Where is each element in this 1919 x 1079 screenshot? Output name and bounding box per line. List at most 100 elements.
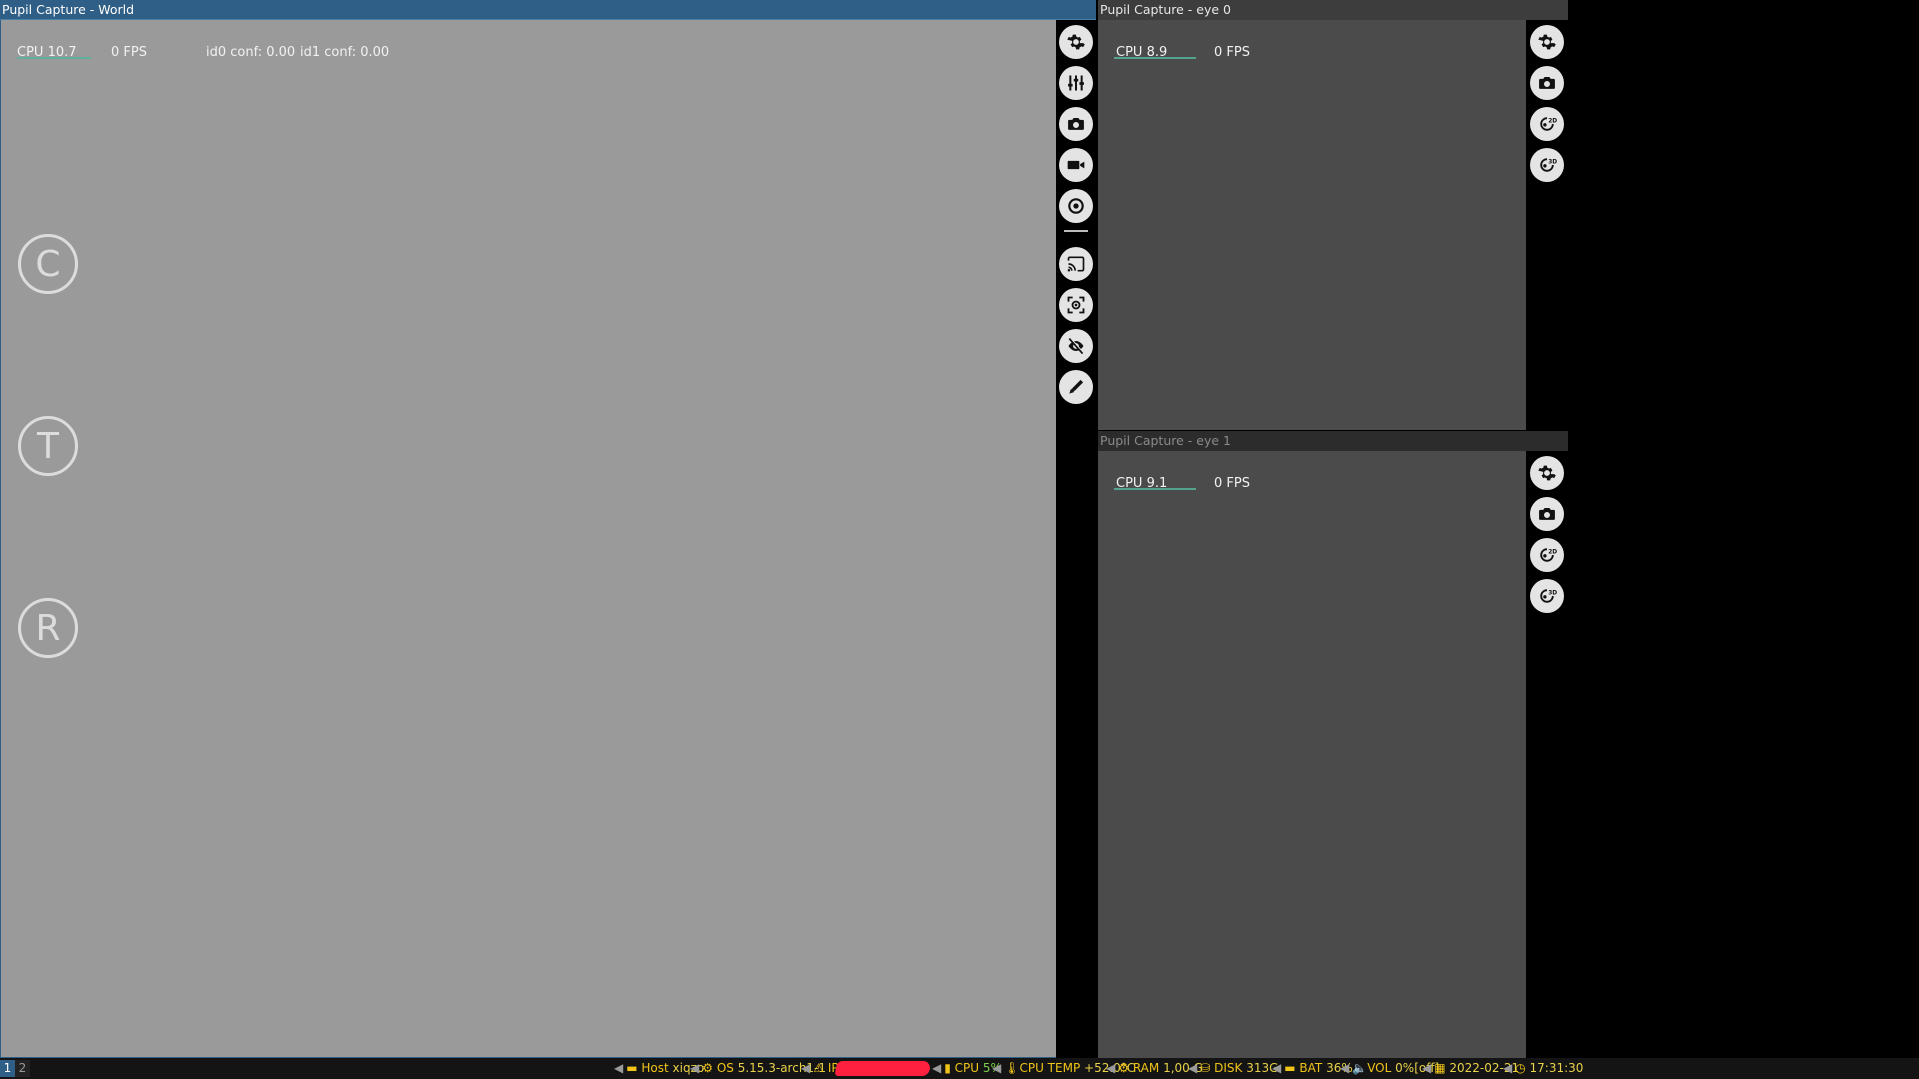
world-id1-conf: id1 conf: 0.00: [300, 45, 390, 60]
segment-arrow-icon: ◀: [1106, 1061, 1116, 1075]
workspace-1[interactable]: 1: [0, 1060, 15, 1077]
os-icon: ⚙: [702, 1061, 717, 1075]
eye1-icon-sidebar: 2D 3D: [1526, 451, 1568, 1058]
world-id0-conf: id0 conf: 0.00: [206, 45, 296, 60]
target-icon: [1068, 198, 1084, 214]
eye1-camera-button[interactable]: [1530, 497, 1564, 531]
segment-arrow-icon: ◀: [1422, 1061, 1432, 1075]
eye0-title-bar[interactable]: Pupil Capture - eye 0: [1098, 0, 1568, 20]
segment-arrow-icon: ◀: [1340, 1061, 1350, 1075]
ram-label: RAM: [1132, 1061, 1160, 1075]
disk-label: DISK: [1214, 1061, 1243, 1075]
svg-text:2D: 2D: [1548, 549, 1557, 555]
eye0-canvas[interactable]: [1098, 20, 1526, 430]
workspace-2-label: 2: [18, 1061, 27, 1075]
segment-arrow-icon: ◀: [932, 1061, 942, 1075]
detector-3d-icon: 3D: [1540, 589, 1557, 603]
camera-icon: [1539, 77, 1555, 89]
world-fps-label: 0 FPS: [111, 45, 147, 60]
svg-text:2D: 2D: [1548, 118, 1557, 124]
host-icon: ▬: [626, 1061, 642, 1075]
world-title: Pupil Capture - World: [2, 2, 135, 17]
test-letter: T: [37, 425, 59, 467]
eye-slash-icon: [1068, 337, 1085, 355]
world-canvas[interactable]: [0, 20, 1056, 1058]
camera-icon: [1068, 118, 1084, 130]
detector-2d-icon: 2D: [1540, 548, 1557, 562]
vol-label: VOL: [1367, 1061, 1392, 1075]
pen-icon: [1069, 379, 1084, 394]
pupil-detector-button[interactable]: [1059, 189, 1093, 223]
world-cpu-graph-line: [17, 57, 91, 59]
svg-text:3D: 3D: [1548, 590, 1557, 596]
world-title-bar[interactable]: Pupil Capture - World: [0, 0, 1096, 20]
gear-icon: [1067, 34, 1085, 50]
ip-redacted-mark: [834, 1061, 932, 1076]
memory-icon: ⚙: [1118, 1061, 1133, 1075]
status-bar: 1 2 ◀ ▬ Host xiqzo ◀ ⚙ OS 5.15.3-arch1-1 ◀…: [0, 1058, 1919, 1079]
speaker-icon: 🔈: [1352, 1061, 1368, 1075]
disk-icon: ⛁: [1200, 1061, 1215, 1075]
eye0-icon-sidebar: 2D 3D: [1526, 20, 1568, 430]
calibrate-letter: C: [35, 243, 61, 285]
world-settings-button[interactable]: [1059, 25, 1093, 59]
video-camera-icon: [1067, 160, 1085, 170]
eye1-title-bar[interactable]: Pupil Capture - eye 1: [1098, 431, 1568, 451]
eye0-detector-2d-button[interactable]: 2D: [1530, 107, 1564, 141]
segment-arrow-icon: ◀: [690, 1061, 700, 1075]
eye1-settings-button[interactable]: [1530, 456, 1564, 490]
network-api-button[interactable]: [1059, 247, 1093, 281]
calibrate-button[interactable]: C: [18, 234, 78, 294]
calendar-icon: ▦: [1434, 1061, 1450, 1075]
status-time: ◀ ◷ 17:31:30: [1503, 1058, 1583, 1079]
workspace-1-label: 1: [3, 1061, 12, 1075]
eye1-detector-2d-button[interactable]: 2D: [1530, 538, 1564, 572]
eye1-cpu-graph-line: [1114, 488, 1196, 490]
world-camera-button[interactable]: [1059, 107, 1093, 141]
segment-arrow-icon: ◀: [614, 1061, 624, 1075]
gear-icon: [1538, 465, 1556, 481]
host-label: Host: [641, 1061, 669, 1075]
time-value: 17:31:30: [1529, 1061, 1584, 1075]
gear-icon: [1538, 34, 1556, 50]
detector-3d-icon: 3D: [1540, 158, 1557, 172]
eye1-fps-label: 0 FPS: [1214, 476, 1250, 491]
eye1-detector-3d-button[interactable]: 3D: [1530, 579, 1564, 613]
world-icon-sidebar: [1056, 20, 1096, 1058]
cast-icon: [1067, 256, 1085, 272]
segment-arrow-icon: ◀: [1503, 1061, 1513, 1075]
status-disk: ◀ ⛁ DISK 313G: [1188, 1058, 1278, 1079]
sliders-icon: [1068, 75, 1084, 91]
workspace-2[interactable]: 2: [15, 1060, 30, 1077]
surface-tracker-button[interactable]: [1059, 288, 1093, 322]
os-label: OS: [716, 1061, 734, 1075]
annotation-button[interactable]: [1059, 370, 1093, 404]
segment-arrow-icon: ◀: [1272, 1061, 1282, 1075]
eye0-window: Pupil Capture - eye 0 CPU 8.9 0 FPS 2D 3…: [1098, 0, 1568, 430]
eye1-title: Pupil Capture - eye 1: [1100, 433, 1231, 448]
detector-2d-icon: 2D: [1540, 117, 1557, 131]
segment-arrow-icon: ◀: [801, 1061, 811, 1075]
test-button[interactable]: T: [18, 416, 78, 476]
record-button[interactable]: R: [18, 598, 78, 658]
eye1-canvas[interactable]: [1098, 451, 1526, 1058]
cpu-icon: ▮: [944, 1061, 955, 1075]
battery-icon: ▬: [1284, 1061, 1300, 1075]
svg-text:3D: 3D: [1548, 159, 1557, 165]
eye0-camera-button[interactable]: [1530, 66, 1564, 100]
recorder-button[interactable]: [1059, 148, 1093, 182]
camera-icon: [1539, 508, 1555, 520]
eye0-cpu-graph-line: [1114, 57, 1196, 59]
eye0-fps-label: 0 FPS: [1214, 45, 1250, 60]
eye0-title: Pupil Capture - eye 0: [1100, 2, 1231, 17]
eye0-settings-button[interactable]: [1530, 25, 1564, 59]
clock-icon: ◷: [1515, 1061, 1530, 1075]
eye0-detector-3d-button[interactable]: 3D: [1530, 148, 1564, 182]
segment-arrow-icon: ◀: [992, 1061, 1002, 1075]
network-icon: ⚠: [813, 1061, 828, 1075]
eye1-window: Pupil Capture - eye 1 CPU 9.1 0 FPS 2D 3…: [1098, 431, 1568, 1058]
plugin-manager-button[interactable]: [1059, 66, 1093, 100]
world-window: Pupil Capture - World CPU 10.7 0 FPS id0…: [0, 0, 1096, 1058]
blink-detection-button[interactable]: [1059, 329, 1093, 363]
record-letter: R: [35, 607, 61, 649]
